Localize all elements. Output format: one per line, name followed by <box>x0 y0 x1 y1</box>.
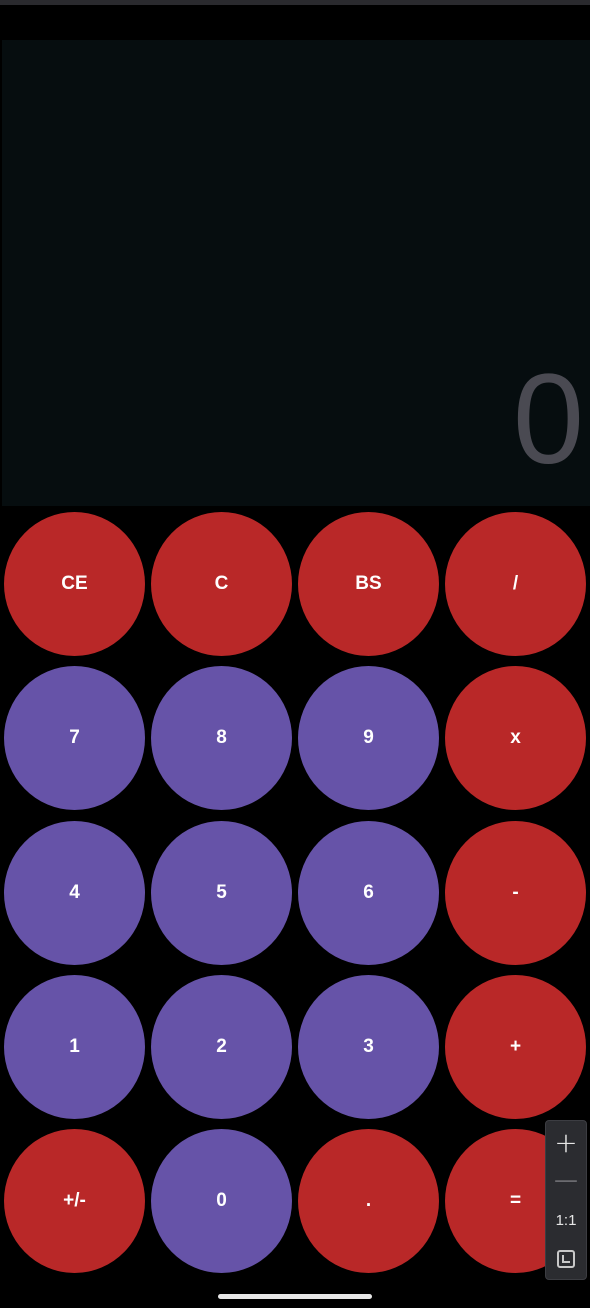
digit-2-button[interactable]: 2 <box>151 975 292 1119</box>
minus-icon[interactable]: — <box>546 1161 586 1199</box>
display-value: 0 <box>512 348 584 491</box>
digit-5-button[interactable]: 5 <box>151 821 292 965</box>
backspace-button[interactable]: BS <box>298 512 439 656</box>
multiply-button[interactable]: x <box>445 666 586 810</box>
calculator-display: 0 <box>2 40 590 506</box>
fit-to-screen-icon[interactable] <box>546 1240 586 1278</box>
keypad: CE C BS / 7 8 9 x 4 5 6 - 1 2 3 + +/- 0 … <box>0 506 590 1308</box>
plus-icon[interactable]: + <box>546 1123 586 1161</box>
decimal-button[interactable]: . <box>298 1129 439 1273</box>
negate-button[interactable]: +/- <box>4 1129 145 1273</box>
add-button[interactable]: + <box>445 975 586 1119</box>
clear-button[interactable]: C <box>151 512 292 656</box>
digit-6-button[interactable]: 6 <box>298 821 439 965</box>
digit-3-button[interactable]: 3 <box>298 975 439 1119</box>
digit-9-button[interactable]: 9 <box>298 666 439 810</box>
digit-4-button[interactable]: 4 <box>4 821 145 965</box>
zoom-ratio-label[interactable]: 1:1 <box>546 1201 586 1239</box>
digit-7-button[interactable]: 7 <box>4 666 145 810</box>
home-indicator[interactable] <box>218 1294 372 1299</box>
status-bar <box>0 5 590 40</box>
digit-8-button[interactable]: 8 <box>151 666 292 810</box>
digit-1-button[interactable]: 1 <box>4 975 145 1119</box>
zoom-controls: + — 1:1 <box>545 1120 587 1280</box>
digit-0-button[interactable]: 0 <box>151 1129 292 1273</box>
clear-entry-button[interactable]: CE <box>4 512 145 656</box>
calculator-screen: 0 CE C BS / 7 8 9 x 4 5 6 - 1 2 3 + +/- … <box>0 0 590 1308</box>
divide-button[interactable]: / <box>445 512 586 656</box>
subtract-button[interactable]: - <box>445 821 586 965</box>
